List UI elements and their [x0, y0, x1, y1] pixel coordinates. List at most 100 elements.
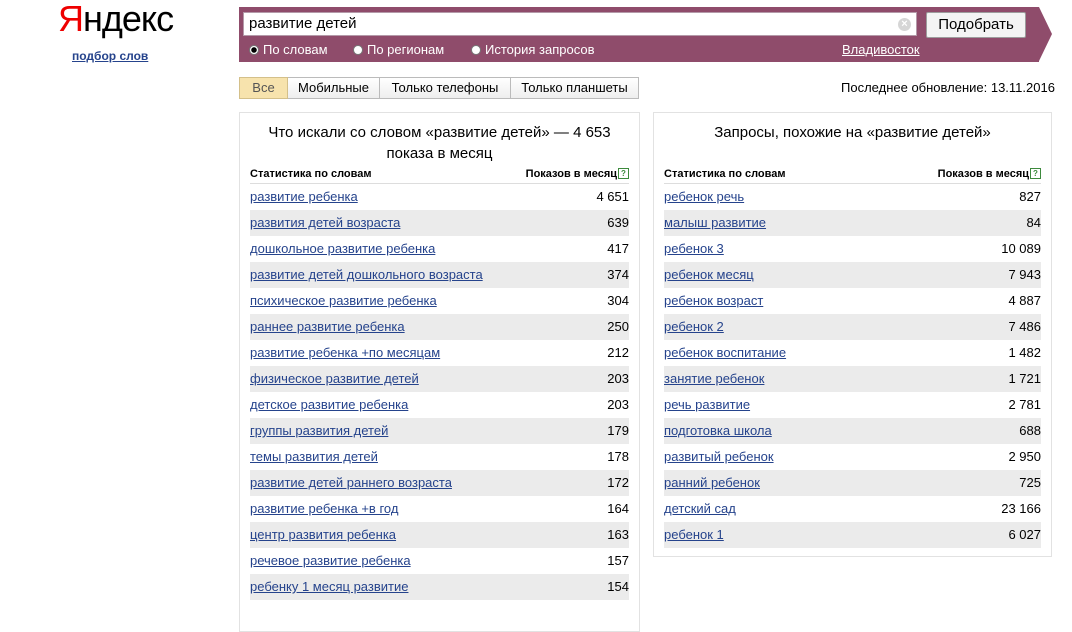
- table-row: ребенку 1 месяц развитие 154: [250, 574, 629, 600]
- col-count: Показов в месяц?: [938, 168, 1041, 180]
- keyword-link[interactable]: развитие детей раннего возраста: [250, 470, 452, 496]
- impressions-count: 7 943: [1008, 267, 1041, 282]
- radio-unselected-icon: [353, 45, 363, 55]
- logo-first-letter: Я: [58, 0, 84, 39]
- table-row: малыш развитие 84: [664, 210, 1041, 236]
- keyword-link[interactable]: малыш развитие: [664, 210, 766, 236]
- table-row: темы развития детей 178: [250, 444, 629, 470]
- related-searches-panel: Что искали со словом «развитие детей» — …: [239, 112, 640, 632]
- table-row: подготовка школа 688: [664, 418, 1041, 444]
- help-icon[interactable]: ?: [1030, 168, 1041, 179]
- impressions-count: 163: [607, 527, 629, 542]
- keyword-link[interactable]: ребенок 2: [664, 314, 724, 340]
- impressions-count: 827: [1019, 189, 1041, 204]
- help-icon[interactable]: ?: [618, 168, 629, 179]
- impressions-count: 2 950: [1008, 449, 1041, 464]
- radio-selected-icon: [249, 45, 259, 55]
- table-row: развитие ребенка +в год 164: [250, 496, 629, 522]
- table-row: развитый ребенок 2 950: [664, 444, 1041, 470]
- col-keyword: Статистика по словам: [664, 168, 786, 180]
- keyword-link[interactable]: развитый ребенок: [664, 444, 774, 470]
- keyword-link[interactable]: речь развитие: [664, 392, 750, 418]
- keyword-link[interactable]: занятие ребенок: [664, 366, 764, 392]
- keyword-link[interactable]: ребенок 1: [664, 522, 724, 548]
- impressions-count: 172: [607, 475, 629, 490]
- logo-rest: ндекс: [83, 0, 174, 39]
- keyword-link[interactable]: психическое развитие ребенка: [250, 288, 437, 314]
- impressions-count: 212: [607, 345, 629, 360]
- radio-by-regions[interactable]: По регионам: [353, 42, 444, 58]
- table-row: детское развитие ребенка 203: [250, 392, 629, 418]
- table-row: ребенок речь 827: [664, 184, 1041, 210]
- last-update: Последнее обновление: 13.11.2016: [841, 80, 1055, 95]
- impressions-count: 203: [607, 397, 629, 412]
- radio-label: По регионам: [367, 42, 445, 57]
- keyword-table: ребенок речь 827 малыш развитие 84 ребенок 3…: [664, 184, 1041, 548]
- impressions-count: 639: [607, 215, 629, 230]
- col-count-label: Показов в месяц: [937, 168, 1029, 180]
- impressions-count: 4 651: [596, 189, 629, 204]
- keyword-link[interactable]: ребенок месяц: [664, 262, 754, 288]
- clear-icon[interactable]: ×: [898, 18, 911, 31]
- keyword-link[interactable]: раннее развитие ребенка: [250, 314, 405, 340]
- table-row: центр развития ребенка 163: [250, 522, 629, 548]
- keyword-link[interactable]: развитие ребенка: [250, 184, 358, 210]
- radio-history[interactable]: История запросов: [471, 42, 595, 58]
- keyword-link[interactable]: развитие детей дошкольного возраста: [250, 262, 483, 288]
- impressions-count: 154: [607, 579, 629, 594]
- keyword-link[interactable]: дошкольное развитие ребенка: [250, 236, 435, 262]
- table-row: дошкольное развитие ребенка 417: [250, 236, 629, 262]
- similar-searches-panel: Запросы, похожие на «развитие детей» Ста…: [653, 112, 1052, 557]
- keyword-link[interactable]: ребенок возраст: [664, 288, 763, 314]
- table-row: физическое развитие детей 203: [250, 366, 629, 392]
- wordstat-link[interactable]: подбор слов: [72, 49, 148, 63]
- table-row: развития детей возраста 639: [250, 210, 629, 236]
- table-row: ребенок месяц 7 943: [664, 262, 1041, 288]
- keyword-link[interactable]: ребенок 3: [664, 236, 724, 262]
- panel-title: Запросы, похожие на «развитие детей»: [714, 124, 991, 141]
- radio-by-words[interactable]: По словам: [249, 42, 328, 58]
- table-row: развитие ребенка 4 651: [250, 184, 629, 210]
- table-row: речевое развитие ребенка 157: [250, 548, 629, 574]
- keyword-link[interactable]: детский сад: [664, 496, 736, 522]
- impressions-count: 304: [607, 293, 629, 308]
- table-row: [250, 600, 629, 626]
- table-row: психическое развитие ребенка 304: [250, 288, 629, 314]
- impressions-count: 374: [607, 267, 629, 282]
- tab-mobile[interactable]: Мобильные: [288, 77, 380, 99]
- search-bar-arrow: [1039, 7, 1052, 61]
- tab-all[interactable]: Все: [239, 77, 288, 99]
- impressions-count: 23 166: [1001, 501, 1041, 516]
- tab-phones[interactable]: Только телефоны: [380, 77, 511, 99]
- table-row: детский сад 23 166: [664, 496, 1041, 522]
- region-link[interactable]: Владивосток: [842, 42, 920, 58]
- submit-button[interactable]: Подобрать: [926, 12, 1026, 38]
- keyword-link[interactable]: ребенку 1 месяц развитие: [250, 574, 408, 600]
- keyword-link[interactable]: развитие ребенка +в год: [250, 496, 398, 522]
- keyword-link[interactable]: подготовка школа: [664, 418, 772, 444]
- table-header: Статистика по словам Показов в месяц?: [250, 167, 629, 184]
- keyword-link[interactable]: ребенок речь: [664, 184, 744, 210]
- yandex-logo[interactable]: Яндекс: [58, 0, 174, 41]
- radio-label: По словам: [263, 42, 328, 57]
- keyword-link[interactable]: темы развития детей: [250, 444, 378, 470]
- impressions-count: 157: [607, 553, 629, 568]
- keyword-link[interactable]: детское развитие ребенка: [250, 392, 408, 418]
- table-row: раннее развитие ребенка 250: [250, 314, 629, 340]
- device-tabs: Все Мобильные Только телефоны Только пла…: [239, 77, 639, 99]
- impressions-count: 250: [607, 319, 629, 334]
- search-input[interactable]: развитие детей: [243, 12, 917, 36]
- keyword-link[interactable]: ранний ребенок: [664, 470, 760, 496]
- keyword-link[interactable]: физическое развитие детей: [250, 366, 419, 392]
- keyword-link[interactable]: развития детей возраста: [250, 210, 400, 236]
- table-row: ранний ребенок 725: [664, 470, 1041, 496]
- keyword-link[interactable]: центр развития ребенка: [250, 522, 396, 548]
- keyword-link[interactable]: группы развития детей: [250, 418, 388, 444]
- keyword-link[interactable]: развитие ребенка +по месяцам: [250, 340, 440, 366]
- keyword-link[interactable]: речевое развитие ребенка: [250, 548, 411, 574]
- col-count-label: Показов в месяц: [525, 168, 617, 180]
- keyword-link[interactable]: ребенок воспитание: [664, 340, 786, 366]
- impressions-count: 178: [607, 449, 629, 464]
- impressions-count: 6 027: [1008, 527, 1041, 542]
- tab-tablets[interactable]: Только планшеты: [511, 77, 639, 99]
